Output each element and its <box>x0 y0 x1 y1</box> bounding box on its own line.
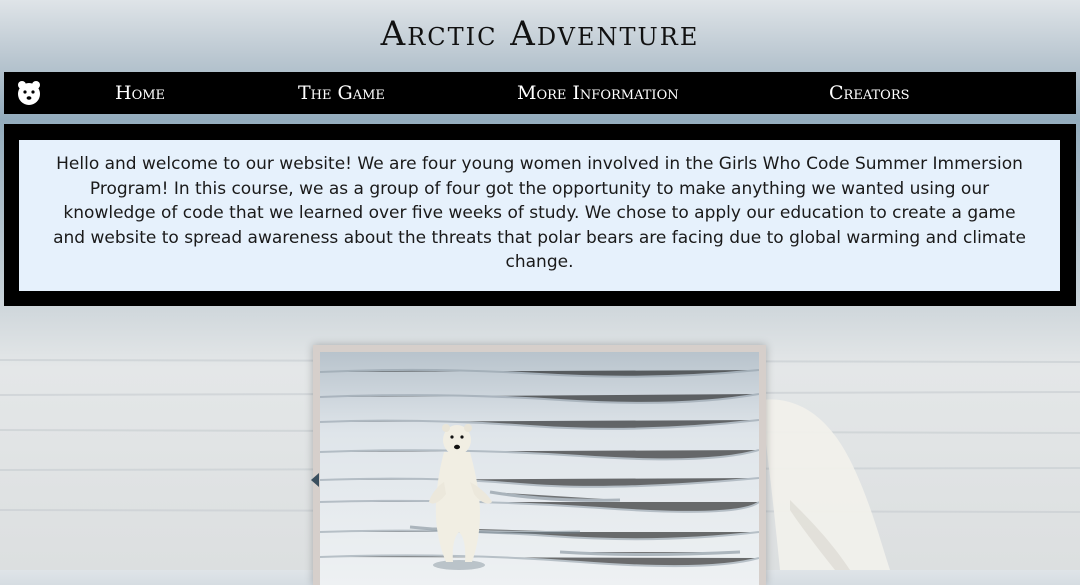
nav-creators-link[interactable]: Creators <box>829 72 910 114</box>
polar-bear-icon[interactable] <box>14 78 44 108</box>
site-title: Arctic Adventure <box>380 14 700 54</box>
main-navbar: Home The Game More Information Creators <box>4 72 1076 114</box>
nav-home-link[interactable]: Home <box>115 72 165 114</box>
photo-carousel <box>313 345 766 585</box>
intro-section: Hello and welcome to our website! We are… <box>4 124 1076 306</box>
polar-bear-photo <box>320 352 759 585</box>
chevron-left-icon[interactable] <box>311 473 319 487</box>
nav-the-game-link[interactable]: The Game <box>298 72 385 114</box>
nav-more-information-link[interactable]: More Information <box>517 72 679 114</box>
intro-text: Hello and welcome to our website! We are… <box>19 140 1060 291</box>
